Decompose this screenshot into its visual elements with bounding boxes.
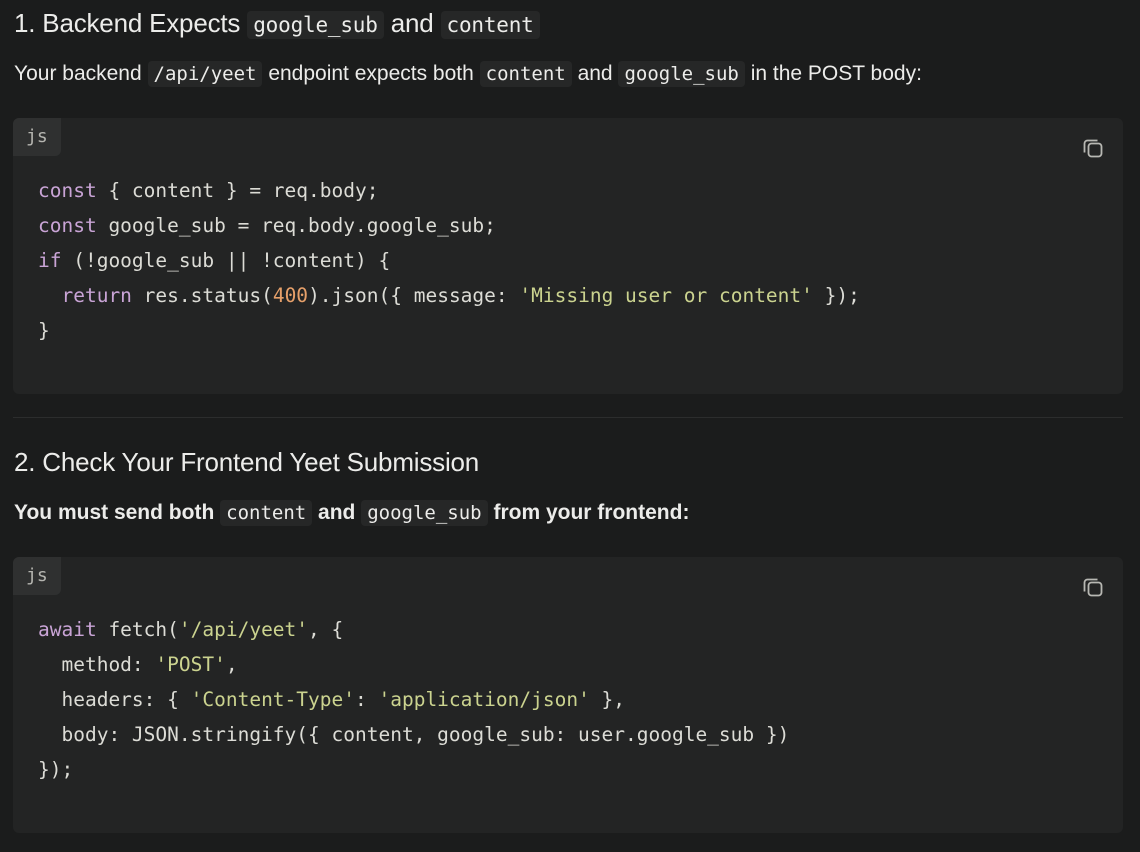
code-token: await — [38, 618, 97, 641]
paragraph-text: and — [577, 62, 613, 85]
code-token: : — [355, 688, 379, 711]
code-token: return — [61, 284, 132, 307]
code-token: const — [38, 179, 97, 202]
code-line: await fetch('/api/yeet', { — [38, 612, 789, 647]
section-divider — [13, 417, 1123, 418]
section-1-paragraph: Your backend /api/yeet endpoint expects … — [14, 61, 922, 87]
heading-text: 1. Backend Expects — [14, 8, 241, 38]
code-line: } — [38, 313, 860, 348]
code-token: 'application/json' — [378, 688, 590, 711]
code-line: }); — [38, 752, 789, 787]
heading-text: 2. Check Your Frontend Yeet Submission — [14, 447, 480, 477]
code-token: 'Missing user or content' — [519, 284, 813, 307]
code-token: '/api/yeet' — [178, 618, 309, 641]
code-token: }); — [38, 758, 74, 781]
inline-code: google_sub — [247, 11, 384, 39]
code-token: google_sub = req.body.google_sub; — [96, 214, 496, 237]
code-content: await fetch('/api/yeet', { method: 'POST… — [38, 612, 789, 787]
paragraph-text: Your backend — [14, 62, 142, 85]
chat-response: 1. Backend Expects google_sub and conten… — [0, 0, 1140, 852]
paragraph-text: from your frontend: — [493, 501, 690, 524]
code-token: fetch( — [96, 618, 179, 641]
code-line: const { content } = req.body; — [38, 173, 860, 208]
code-token: body: JSON.stringify({ content, google_s… — [38, 723, 790, 746]
copy-button[interactable] — [1081, 136, 1105, 160]
paragraph-text: and — [318, 501, 356, 524]
code-language-label: js — [13, 557, 61, 595]
code-token: res.status( — [131, 284, 273, 307]
code-token: , — [225, 653, 238, 676]
inline-code: google_sub — [361, 500, 488, 526]
copy-icon — [1083, 578, 1103, 597]
code-line: body: JSON.stringify({ content, google_s… — [38, 717, 789, 752]
paragraph-text: You must send both — [14, 501, 215, 524]
inline-code: content — [479, 61, 572, 87]
inline-code: /api/yeet — [147, 61, 263, 87]
code-token: }); — [812, 284, 860, 307]
copy-button[interactable] — [1081, 575, 1105, 599]
code-content: const { content } = req.body; const googl… — [38, 173, 860, 348]
heading-text: and — [390, 8, 434, 38]
paragraph-text: endpoint expects both — [268, 62, 474, 85]
code-token: 'POST' — [155, 653, 226, 676]
section-1-heading: 1. Backend Expects google_sub and conten… — [14, 8, 540, 39]
inline-code: content — [440, 11, 540, 39]
code-token: headers: { — [38, 688, 191, 711]
code-token: }, — [589, 688, 626, 711]
code-line: const google_sub = req.body.google_sub; — [38, 208, 860, 243]
section-2-paragraph: You must send both content and google_su… — [14, 500, 690, 526]
code-token: } — [38, 319, 50, 342]
inline-code: content — [220, 500, 313, 526]
code-token: ).json({ message: — [308, 284, 520, 307]
paragraph-text: in the POST body: — [750, 62, 922, 85]
code-block-backend: js const { content } = req.body; const go… — [13, 118, 1123, 394]
code-line: headers: { 'Content-Type': 'application/… — [38, 682, 789, 717]
copy-icon — [1083, 139, 1103, 158]
code-token: { content } = req.body; — [96, 179, 379, 202]
inline-code: google_sub — [618, 61, 745, 87]
code-token: 'Content-Type' — [190, 688, 355, 711]
code-token: method: — [38, 653, 156, 676]
code-token: const — [38, 214, 97, 237]
code-token: (!google_sub || !content) { — [61, 249, 391, 272]
code-token: , { — [308, 618, 344, 641]
code-line: return res.status(400).json({ message: '… — [38, 278, 860, 313]
code-token: 400 — [272, 284, 309, 307]
code-block-frontend: js await fetch('/api/yeet', { method: 'P… — [13, 557, 1123, 833]
code-line: method: 'POST', — [38, 647, 789, 682]
code-language-label: js — [13, 118, 61, 156]
code-line: if (!google_sub || !content) { — [38, 243, 860, 278]
section-2-heading: 2. Check Your Frontend Yeet Submission — [14, 447, 479, 478]
code-token: if — [38, 249, 62, 272]
